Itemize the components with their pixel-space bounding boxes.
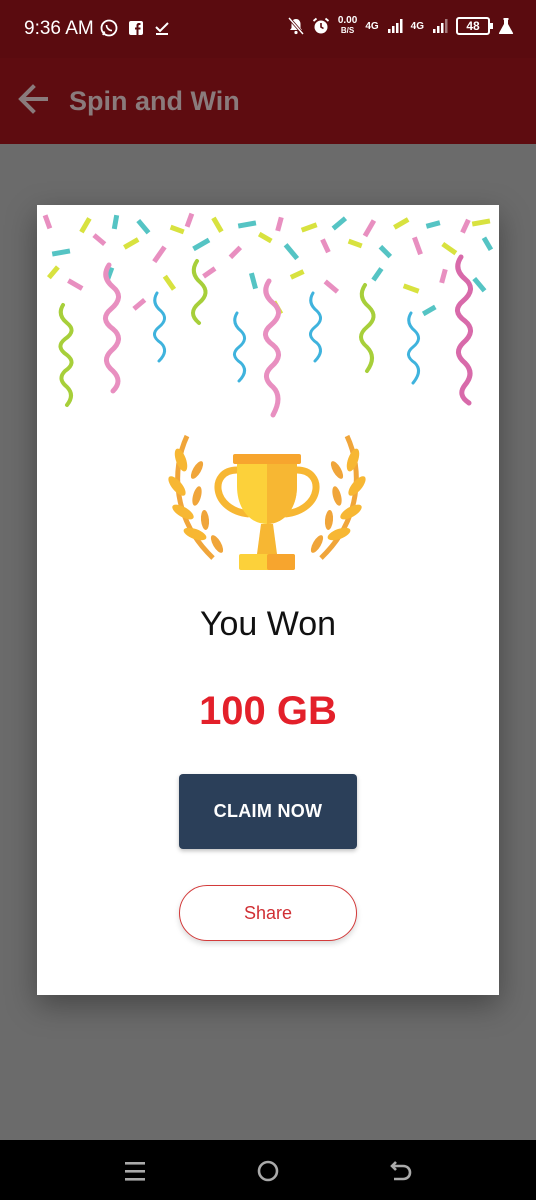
network-speed: 0.00 B/S (338, 16, 357, 36)
home-icon[interactable] (253, 1156, 283, 1186)
menu-icon[interactable] (120, 1156, 150, 1186)
status-right: 0.00 B/S 4G 4G 48 (287, 16, 514, 36)
prize-amount: 100 GB (199, 689, 337, 733)
facebook-icon (129, 21, 143, 35)
claim-now-button[interactable]: CLAIM NOW (179, 774, 357, 849)
status-left-icons (100, 19, 170, 37)
trophy-icon (168, 434, 366, 570)
page-title: Spin and Win (69, 86, 240, 116)
whatsapp-icon (100, 19, 118, 37)
win-dialog: You Won 100 GB CLAIM NOW Share (37, 205, 499, 995)
network-speed-unit: B/S (340, 26, 355, 35)
network-type-1: 4G (365, 20, 379, 32)
signal-icon (387, 19, 403, 33)
network-type-2: 4G (410, 20, 424, 32)
network-speed-value: 0.00 (337, 15, 358, 26)
mute-notifications-icon (287, 17, 304, 35)
alarm-icon (312, 17, 329, 34)
confetti-icon (42, 212, 494, 418)
signal-icon (433, 19, 448, 33)
battery-icon: 48 (456, 17, 493, 35)
won-headline: You Won (199, 605, 337, 643)
status-time: 9:36 AM (24, 18, 94, 39)
status-bar: 9:36 AM 0.00 B/S 4G 4G 48 (0, 0, 536, 58)
download-done-icon (155, 22, 169, 35)
flask-icon (498, 18, 514, 34)
app-bar: Spin and Win (0, 58, 536, 144)
share-button[interactable]: Share (179, 885, 357, 941)
back-icon[interactable] (386, 1156, 416, 1186)
system-nav-bar (0, 1140, 536, 1200)
arrow-back-icon[interactable] (16, 82, 50, 116)
